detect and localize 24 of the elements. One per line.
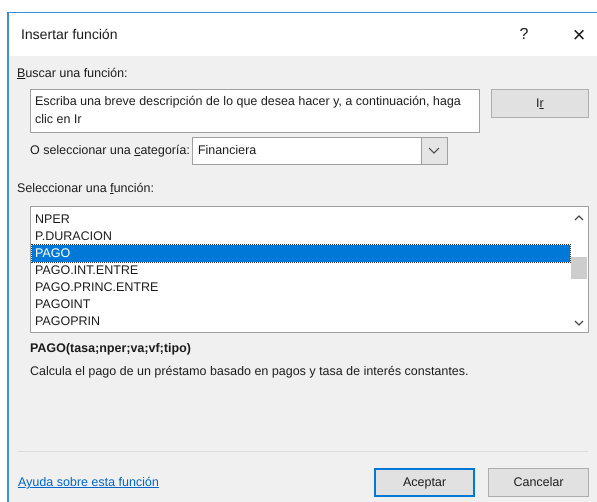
function-list-item[interactable]: PAGOPRIN: [32, 312, 570, 330]
scroll-up-icon[interactable]: [574, 214, 584, 220]
dialog-button[interactable]: Cancelar: [488, 468, 589, 497]
search-field[interactable]: Escriba una breve descripción de lo que desea hacer y, a continuación, haga clic en Ir: [30, 88, 480, 133]
function-list-item[interactable]: PAGOINT: [32, 296, 570, 312]
help-button[interactable]: ?: [509, 22, 539, 46]
function-list-item[interactable]: NPER: [32, 210, 570, 228]
window-title: Insertar función: [21, 25, 118, 44]
category-dropdown[interactable]: Financiera: [192, 136, 448, 165]
help-link[interactable]: Ayuda sobre esta función: [18, 473, 159, 492]
scroll-thumb[interactable]: [571, 256, 587, 278]
dialog-button[interactable]: Aceptar: [374, 468, 475, 497]
scroll-down-icon[interactable]: [574, 320, 584, 326]
function-list-item[interactable]: PAGO: [32, 244, 570, 262]
function-signature: PAGO(tasa;nper;va;vf;tipo): [30, 340, 192, 357]
go-button[interactable]: Ir: [490, 88, 589, 118]
function-description: Calcula el pago de un préstamo basado en pagos y tasa de interés constantes.: [30, 363, 470, 380]
close-button[interactable]: ×: [564, 24, 594, 46]
function-list-label: Seleccionar una función:: [17, 180, 155, 197]
function-list-item[interactable]: P.DURACION: [32, 228, 570, 244]
search-label: Buscar una función:: [17, 65, 128, 82]
category-label: O seleccionar una categoría:: [30, 142, 190, 160]
function-list-item[interactable]: PAGO.PRINC.ENTRE: [32, 278, 570, 296]
function-list-item[interactable]: PAGO.INT.ENTRE: [32, 262, 570, 278]
